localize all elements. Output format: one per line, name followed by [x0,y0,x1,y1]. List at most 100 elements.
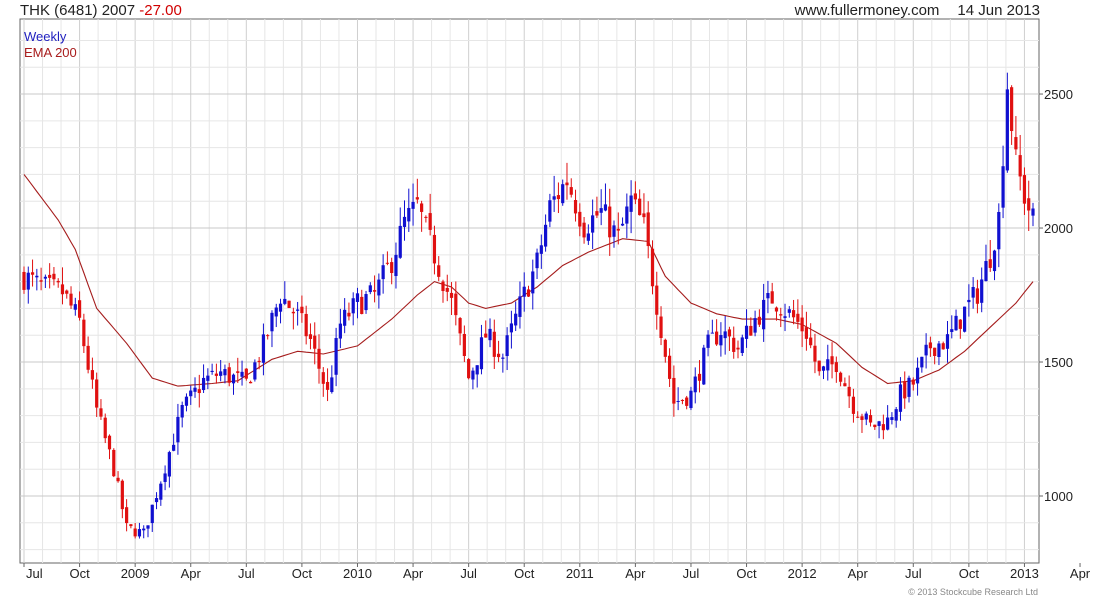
candle-body [839,372,843,382]
candle-body [898,384,903,412]
candle-body [796,313,800,322]
candle-body [561,184,565,204]
candle-body [663,339,667,357]
candle-body [90,370,95,380]
candle-body [779,314,783,316]
candle-body [390,262,394,274]
candle-body [120,480,124,510]
candle-body [907,377,911,397]
candle-body [300,306,304,314]
candle-body [565,182,569,186]
candle-body [244,368,248,379]
x-tick-label: Oct [736,566,757,581]
candle-body [368,285,372,293]
candle-body [992,250,997,272]
candle-body [69,293,73,306]
candle-body [625,206,629,224]
candle-body [591,215,595,233]
candle-body [595,211,599,216]
candle-body [163,473,167,482]
candle-body [210,370,214,373]
candle-body [702,347,706,385]
candle-body [488,328,492,341]
candle-body [214,373,218,376]
candle-body [509,323,513,333]
candle-body [937,343,941,357]
y-tick-label: 2000 [1044,221,1073,236]
candle-body [283,298,287,304]
candle-body [471,370,475,380]
candle-body [394,254,398,277]
copyright-notice: © 2013 Stockcube Research Ltd [908,587,1038,597]
candle-body [355,293,360,302]
candle-body [650,248,655,287]
candle-body [715,331,719,345]
candle-body [112,449,116,477]
candle-body [197,389,201,394]
candle-body [35,275,39,278]
candle-body [958,319,962,329]
candle-body [296,309,300,311]
candle-body [646,212,650,247]
candle-body [860,416,864,420]
candle-body [402,216,407,227]
candle-body [287,300,291,308]
candle-body [933,347,937,356]
candle-body [125,507,129,524]
x-tick-label: Jul [238,566,255,581]
candle-body [800,317,804,332]
candle-body [39,280,43,282]
candle-body [672,377,676,404]
candle-body [462,333,466,357]
candle-body [539,245,543,254]
x-tick-label: 2009 [121,566,150,581]
candle-body [573,199,578,214]
candle [253,359,257,382]
candle-body [381,265,385,280]
candle-body [873,424,877,428]
candle-body [762,299,766,330]
candle-body [655,285,659,315]
candle-body [740,337,744,353]
x-tick-label: Apr [848,566,869,581]
x-tick-label: Oct [69,566,90,581]
candle-body [667,355,672,379]
candle-body [278,303,283,312]
candle-body [920,356,924,368]
candle-body [723,331,727,339]
candle-body [689,390,693,409]
x-tick-label: Jul [460,566,477,581]
candle-body [881,424,885,431]
candle-body [984,261,988,282]
candle-body [103,417,107,439]
candle-body [180,405,184,418]
candle-body [184,396,189,406]
candle-body [556,195,561,200]
y-tick-label: 2500 [1044,87,1073,102]
candle-body [928,342,932,349]
candle-body [868,415,873,423]
candle-body [945,334,950,349]
candle-body [791,310,796,318]
candle-body [26,272,30,290]
candle-body [894,409,898,421]
candle-body [479,337,484,370]
candle-body [890,417,894,420]
candle-body [351,298,355,314]
candle-body [903,381,907,399]
candle-body [813,345,817,362]
candle-body [22,271,26,290]
candle-body [544,224,548,247]
candle-body [43,276,47,279]
candle-body [826,359,830,371]
candle-body [338,323,342,339]
candle-body [744,325,749,339]
candle-body [248,381,253,384]
candle-body [1001,166,1005,208]
candle-body [659,316,663,338]
x-tick-label: Apr [181,566,202,581]
candle-body [988,259,992,268]
candle-body [253,362,257,380]
candle-body [851,396,856,414]
candle-body [65,290,69,294]
